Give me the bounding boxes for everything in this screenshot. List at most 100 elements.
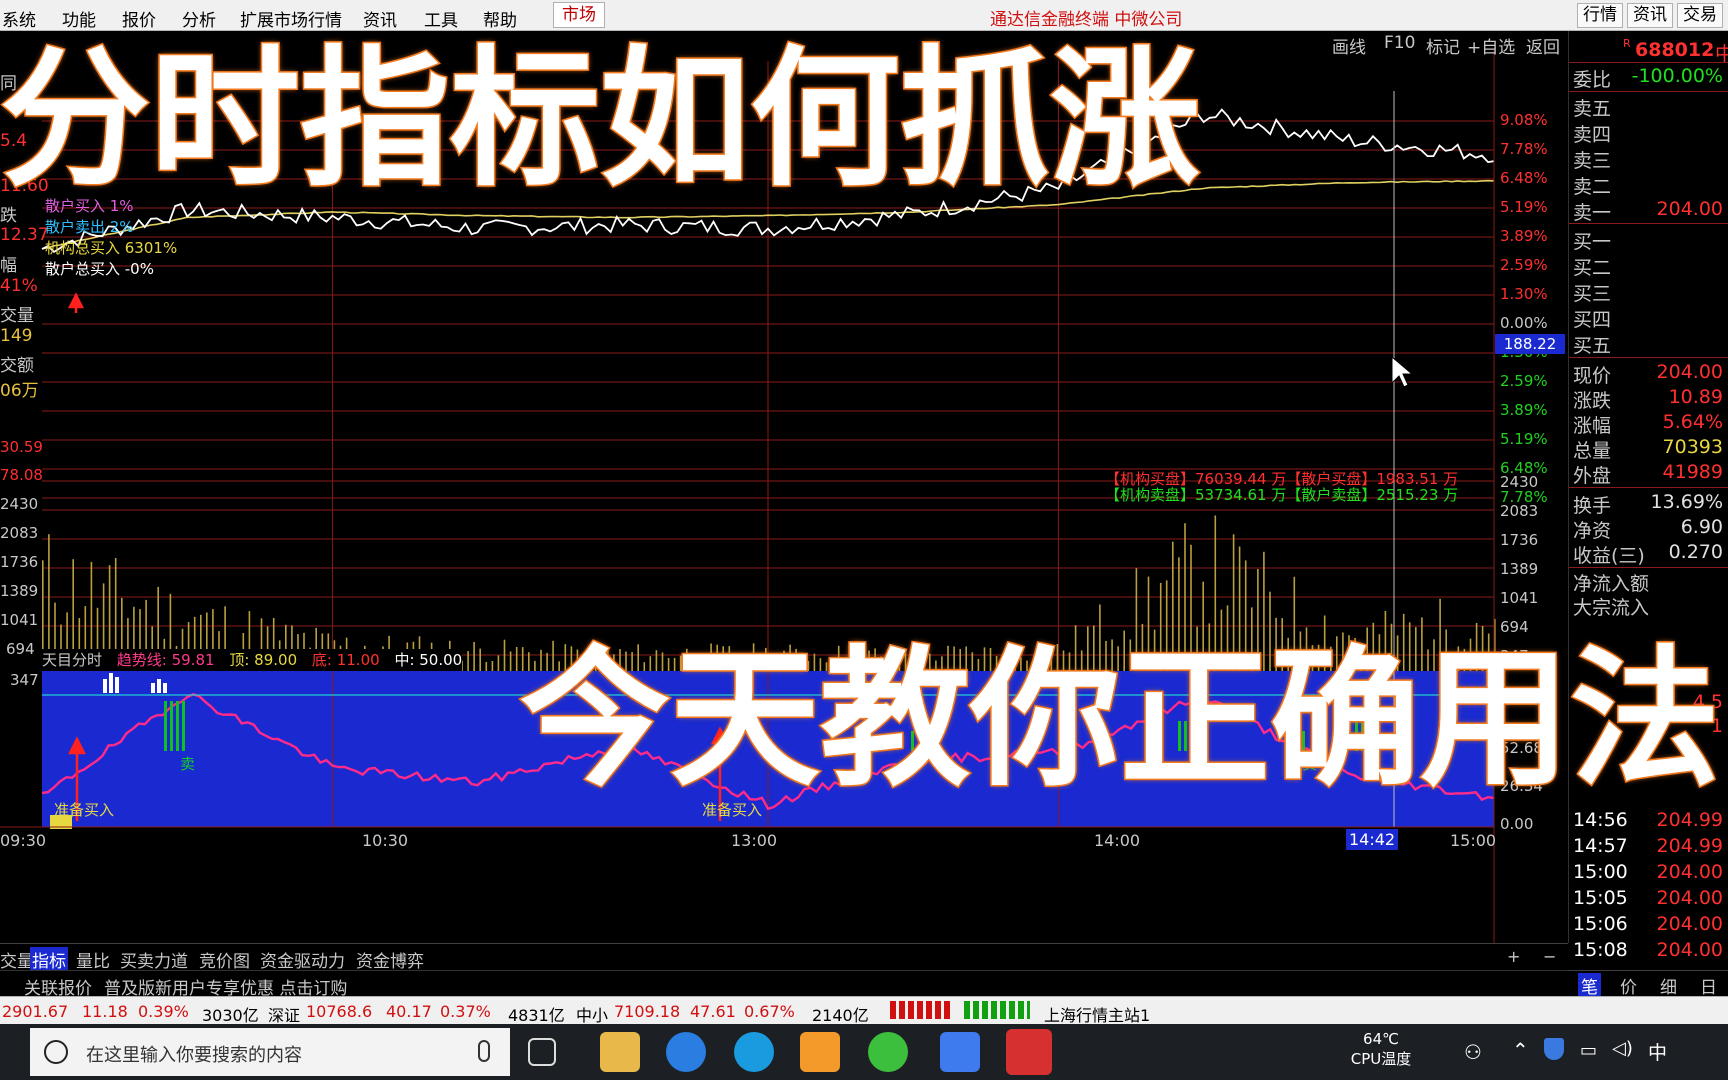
quote-stat: 外盘 41989 — [1569, 461, 1728, 487]
taskbar-search[interactable]: 在这里输入你要搜索的内容 — [30, 1028, 510, 1076]
quote-stat-value: 70393 — [1662, 436, 1723, 458]
buy-level-label: 买三 — [1573, 283, 1612, 305]
tab-indicator[interactable]: 指标 — [30, 947, 68, 972]
sz-index-pct: 0.37% — [440, 1002, 491, 1021]
windows-taskbar: 在这里输入你要搜索的内容 64℃ CPU温度 ⚇ ⌃ ▭ ◁) 中 — [0, 1024, 1728, 1080]
uc-browser-icon[interactable] — [800, 1032, 840, 1072]
flow-legend: 散户买入 1% 散户卖出 2% 机构总买入 6301% 散户总买入 -0% — [45, 196, 177, 280]
draw-line-button[interactable]: 画线 — [1332, 33, 1366, 58]
menu-info[interactable]: 资讯 — [363, 6, 397, 31]
tick-row-value: 204.00 — [1656, 913, 1723, 935]
volume-bar — [467, 651, 469, 671]
server-station[interactable]: 上海行情主站1 — [1044, 1002, 1150, 1026]
cpu-temp: 64℃ CPU温度 — [1346, 1030, 1416, 1069]
legend-retail-total-buy: 散户总买入 -0% — [45, 260, 154, 278]
news-button[interactable]: 资讯 — [1627, 3, 1673, 28]
sell-level-label: 卖三 — [1573, 150, 1612, 172]
tab-volume-ratio[interactable]: 量比 — [76, 947, 110, 972]
task-view-icon[interactable] — [528, 1038, 556, 1066]
menu-extended-market[interactable]: 扩展市场行情 — [240, 6, 342, 31]
tick-row-value: 204.99 — [1656, 809, 1723, 831]
tab-price[interactable]: 价 — [1620, 973, 1637, 998]
quote-stat-label: 换手 — [1573, 495, 1612, 517]
search-placeholder: 在这里输入你要搜索的内容 — [86, 1045, 302, 1066]
volume-bar — [473, 642, 475, 671]
caption-top: 分时指标如何抓涨 — [0, 33, 1202, 207]
time-label: 14:00 — [1094, 831, 1141, 850]
cortana-icon — [44, 1040, 68, 1064]
browser-icon[interactable] — [666, 1032, 706, 1072]
pct-axis-label: 5.19% — [1500, 430, 1548, 448]
trade-button[interactable]: 交易 — [1677, 3, 1723, 28]
pct-axis-label: 6.48% — [1500, 169, 1548, 187]
left-axis-label: 2083 — [0, 524, 39, 542]
tick-row-value: 204.00 — [1656, 861, 1723, 883]
tab-auction-chart[interactable]: 竞价图 — [199, 947, 250, 972]
tick-row: 14:57 204.99 — [1569, 835, 1728, 861]
market-quote-button[interactable]: 行情 — [1577, 3, 1623, 28]
tab-daily[interactable]: 日 — [1700, 973, 1717, 998]
app-icon[interactable] — [940, 1032, 980, 1072]
time-label: 09:30 — [0, 831, 47, 850]
zoom-out-button[interactable]: − — [1543, 947, 1556, 966]
tdx-app-icon[interactable] — [1006, 1029, 1052, 1075]
indicator-tabs: 交量 指标 量比 买卖力道 竞价图 资金驱动力 资金博弈 + − — [0, 943, 1568, 972]
menu-function[interactable]: 功能 — [62, 6, 96, 31]
time-axis: 09:30 10:30 13:00 14:00 15:00 14:42 — [0, 829, 1496, 851]
indicator-bottom: 底: 11.00 — [311, 651, 380, 669]
menu-help[interactable]: 帮助 — [483, 6, 517, 31]
edge-icon[interactable] — [734, 1032, 774, 1072]
quote-stat-value: 13.69% — [1650, 491, 1723, 513]
sz-index-name: 深证 — [268, 1006, 301, 1025]
wechat-icon[interactable] — [868, 1032, 908, 1072]
menu-quote[interactable]: 报价 — [122, 6, 156, 31]
quote-stat: 现价 204.00 — [1569, 361, 1728, 387]
tab-fund-driver[interactable]: 资金驱动力 — [260, 947, 345, 972]
ime-indicator[interactable]: 中 — [1648, 1038, 1667, 1065]
tick-row: 15:08 204.00 — [1569, 939, 1728, 965]
big-flow-info: 【机构买盘】76039.44 万【散户买盘】1983.51 万 【机构卖盘】53… — [1105, 471, 1458, 503]
sz-index-change: 40.17 — [386, 1002, 432, 1021]
start-button[interactable] — [0, 1024, 28, 1080]
volume-icon[interactable]: ◁) — [1612, 1038, 1633, 1059]
zoom-in-button[interactable]: + — [1507, 947, 1520, 966]
volume-axis-label: 1389 — [1500, 560, 1539, 578]
pct-axis-label: 3.89% — [1500, 401, 1548, 419]
microphone-icon[interactable] — [478, 1040, 490, 1062]
buy-level: 买二 — [1569, 253, 1728, 279]
tab-trade-detail[interactable]: 笔 — [1578, 973, 1601, 998]
tab-detail[interactable]: 细 — [1660, 973, 1677, 998]
webi-value: -100.00% — [1631, 65, 1723, 87]
chevron-up-icon[interactable]: ⌃ — [1512, 1038, 1529, 1062]
tick-row-label: 14:56 — [1573, 809, 1628, 831]
quote-stat-label: 涨跌 — [1573, 390, 1612, 412]
sell-level: 卖三 — [1569, 146, 1728, 172]
sell-level-value: 204.00 — [1656, 198, 1723, 220]
quote-stat: 净资 6.90 — [1569, 516, 1728, 542]
file-explorer-icon[interactable] — [600, 1032, 640, 1072]
mark-button[interactable]: 标记 — [1426, 33, 1460, 58]
tab-buy-sell-force[interactable]: 买卖力道 — [120, 947, 188, 972]
pct-axis-label: 7.78% — [1500, 140, 1548, 158]
volume-bar — [515, 647, 518, 671]
market-button[interactable]: 市场 — [553, 2, 605, 28]
security-shield-icon[interactable] — [1544, 1038, 1564, 1060]
pct-axis-label: 2.59% — [1500, 256, 1548, 274]
volume-axis-label: 2430 — [1500, 473, 1539, 491]
menu-system[interactable]: 系统 — [2, 6, 36, 31]
indicator-top: 顶: 89.00 — [229, 651, 298, 669]
quote-stat-value: 6.90 — [1680, 516, 1723, 538]
tick-row-label: 14:57 — [1573, 835, 1628, 857]
menu-analysis[interactable]: 分析 — [182, 6, 216, 31]
left-axis-label: 06万 — [0, 381, 39, 401]
sz-index-amount: 4831亿 — [508, 1006, 565, 1025]
stock-code[interactable]: 688012 — [1635, 39, 1714, 61]
tab-volume[interactable]: 交量 — [0, 947, 34, 972]
menu-tools[interactable]: 工具 — [424, 6, 458, 31]
battery-icon[interactable]: ▭ — [1580, 1040, 1597, 1061]
people-icon[interactable]: ⚇ — [1464, 1040, 1482, 1064]
legend-institution-buy: 机构总买入 6301% — [45, 239, 178, 257]
volume-axis-label: 1041 — [1500, 589, 1539, 607]
f10-button[interactable]: F10 — [1384, 33, 1415, 53]
tab-fund-game[interactable]: 资金博弈 — [356, 947, 424, 972]
